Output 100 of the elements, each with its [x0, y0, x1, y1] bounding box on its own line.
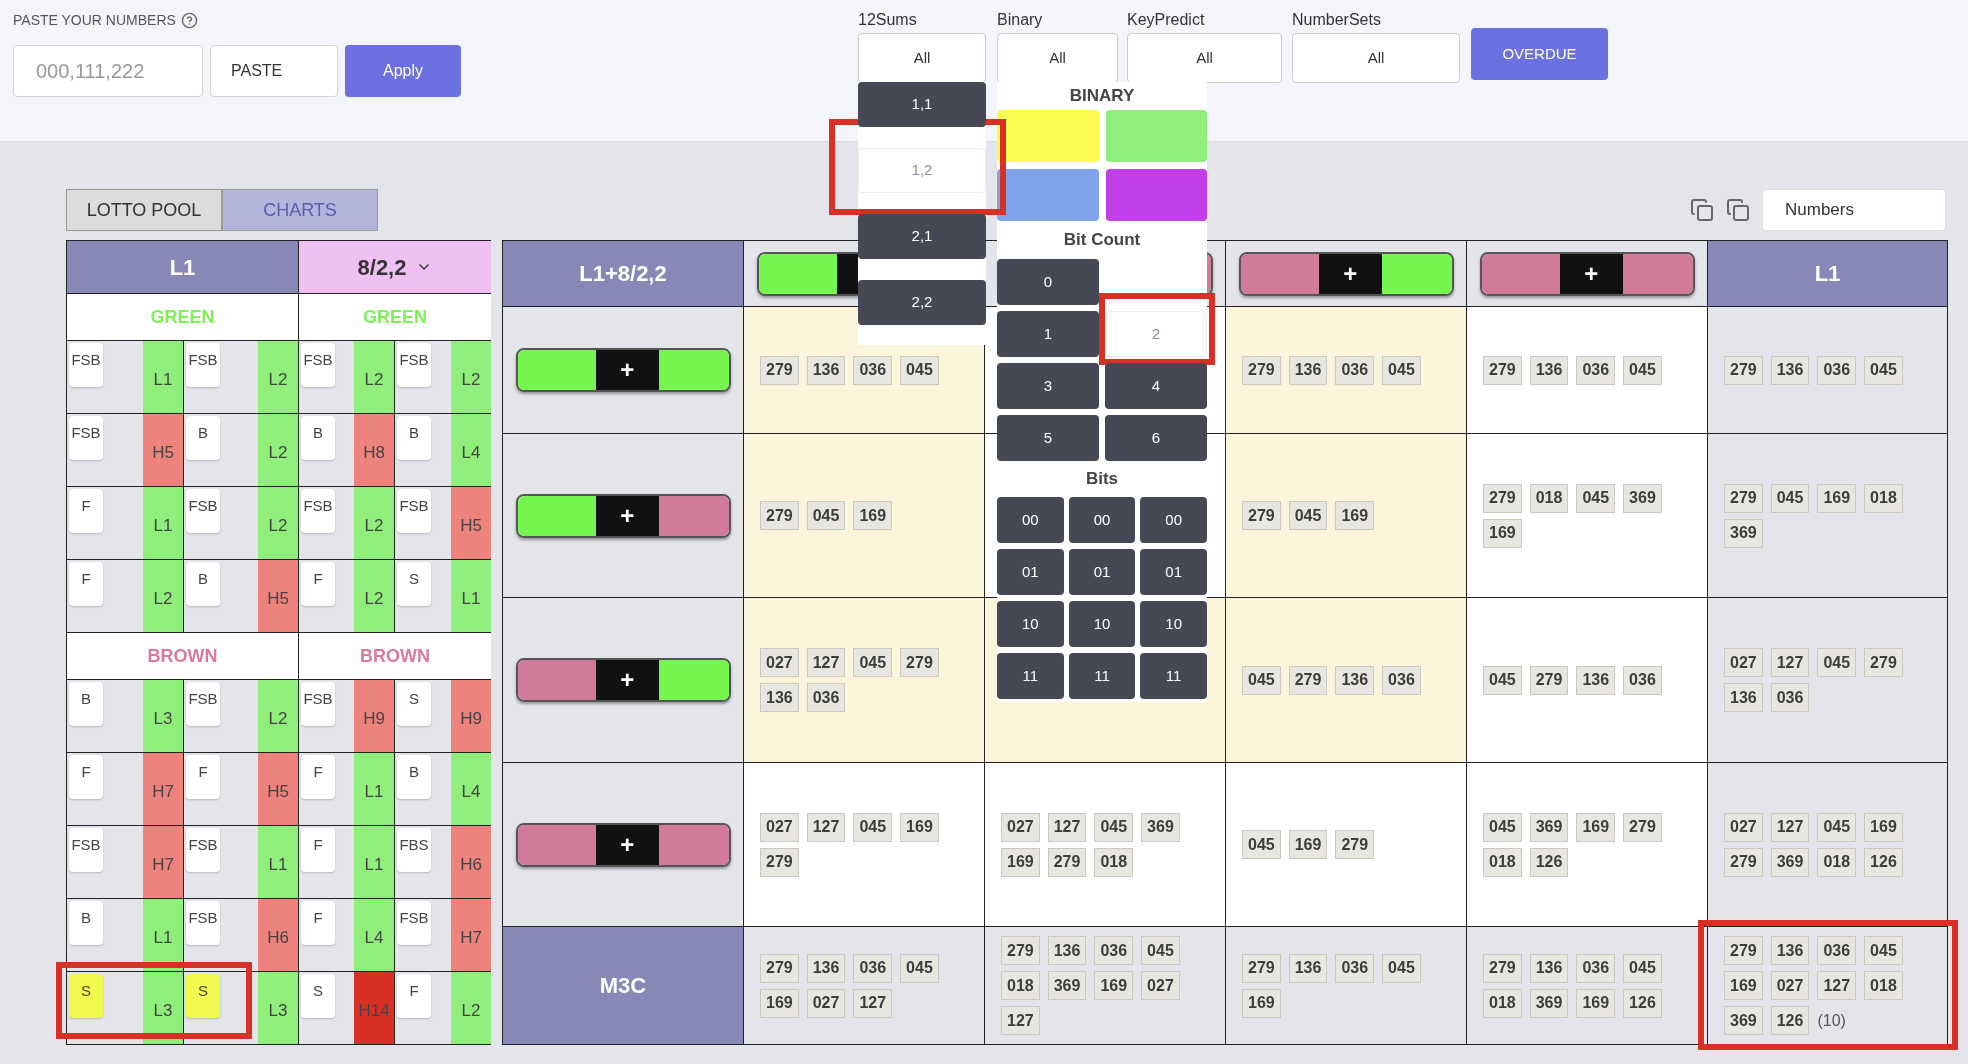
menu-option[interactable]: 1,1 — [858, 82, 986, 127]
numbers-select[interactable]: Numbers — [1762, 189, 1946, 231]
number-chip: 279 — [1529, 665, 1569, 695]
menu-option[interactable]: 2,2 — [858, 280, 986, 325]
number-chip: 036 — [1576, 953, 1616, 983]
number-chip: 018 — [1864, 483, 1903, 513]
color-pair-button[interactable]: + — [1479, 251, 1695, 296]
number-chip: 036 — [1335, 953, 1375, 983]
color-pair-button[interactable]: + — [515, 493, 731, 538]
number-chip: 027 — [1724, 648, 1763, 677]
number-chip: 027 — [806, 988, 846, 1018]
number-chip: 279 — [1242, 355, 1281, 385]
bits-option[interactable]: 11 — [1068, 653, 1136, 699]
color-swatch[interactable] — [997, 169, 1099, 221]
number-chip: 126 — [1529, 847, 1569, 877]
table-header: L1 — [1708, 241, 1947, 306]
color-pair-button[interactable]: + — [515, 822, 731, 867]
paste-button[interactable]: PASTE — [210, 45, 338, 97]
letter-chip: FSB — [301, 343, 335, 387]
letter-chip: FBS — [397, 828, 431, 872]
copy-icon[interactable] — [1726, 198, 1750, 222]
letter-chip: FSB — [69, 416, 103, 460]
grade-label: H8 — [354, 414, 394, 486]
bit-count-option[interactable]: 3 — [997, 363, 1099, 409]
number-chip: 136 — [1335, 665, 1375, 695]
number-chip: 279 — [1001, 936, 1040, 965]
copy-icon[interactable] — [1690, 198, 1714, 222]
color-swatch[interactable] — [997, 110, 1099, 162]
number-chip: 027 — [1141, 971, 1180, 1000]
filter-select[interactable]: All — [858, 33, 986, 83]
grade-label: L1 — [258, 826, 298, 898]
number-chip: 369 — [1047, 971, 1087, 1000]
number-chip: 036 — [1817, 355, 1857, 385]
letter-chip: FSB — [301, 682, 335, 726]
number-chip: 169 — [1094, 971, 1134, 1000]
grade-label: H7 — [143, 826, 183, 898]
bits-option[interactable]: 00 — [1068, 497, 1136, 543]
letter-chip: F — [186, 755, 220, 799]
number-chip: 126 — [1623, 988, 1662, 1018]
bit-count-option[interactable]: 5 — [997, 415, 1099, 461]
tab[interactable]: LOTTO POOL — [66, 189, 222, 231]
filter-select[interactable]: All — [997, 33, 1118, 83]
number-chip: 369 — [1724, 1006, 1763, 1035]
number-chip: 169 — [900, 812, 939, 842]
letter-chip: F — [301, 901, 335, 945]
color-swatch[interactable] — [1105, 110, 1207, 162]
menu-option[interactable]: 2,1 — [858, 214, 986, 259]
grade-label: L2 — [451, 341, 491, 413]
number-chip: 127 — [853, 988, 893, 1018]
bit-count-option[interactable]: 2 — [1105, 311, 1207, 357]
number-chip: 036 — [853, 953, 893, 983]
group-label: BROWN — [299, 633, 491, 679]
color-pair-button[interactable]: + — [1238, 251, 1454, 296]
letter-chip: B — [69, 682, 103, 726]
number-chip: 018 — [1817, 847, 1857, 877]
grade-label: L3 — [143, 680, 183, 752]
number-chip: 045 — [1382, 953, 1421, 983]
overdue-button[interactable]: OVERDUE — [1471, 28, 1608, 80]
number-chip: 018 — [1483, 847, 1522, 877]
number-chip: 036 — [853, 355, 893, 385]
color-pair-button[interactable]: + — [515, 348, 731, 392]
bit-count-option[interactable]: 6 — [1105, 415, 1207, 461]
grade-label: H5 — [143, 414, 183, 486]
bits-option[interactable]: 01 — [1140, 549, 1207, 595]
color-swatch[interactable] — [1105, 169, 1207, 221]
bits-option[interactable]: 10 — [997, 601, 1064, 647]
letter-chip: FSB — [186, 901, 220, 945]
bits-option[interactable]: 00 — [997, 497, 1064, 543]
bit-count-option[interactable]: 1 — [997, 311, 1099, 357]
bits-option[interactable]: 00 — [1140, 497, 1207, 543]
number-chip: 027 — [1724, 812, 1763, 842]
bits-option[interactable]: 01 — [997, 549, 1064, 595]
bits-option[interactable]: 10 — [1140, 601, 1207, 647]
ratio-select[interactable]: 8/2,2 — [299, 241, 491, 293]
numbers-input[interactable]: 000,111,222 — [13, 45, 203, 97]
bit-count-option[interactable]: 4 — [1105, 363, 1207, 409]
number-chip: 136 — [1576, 665, 1616, 695]
color-pair-button[interactable]: + — [515, 658, 731, 702]
letter-chip: B — [301, 416, 335, 460]
table-header: L1 — [67, 241, 298, 293]
bit-count-option[interactable]: 0 — [997, 259, 1099, 305]
number-chip: 127 — [806, 812, 846, 842]
number-chip: 279 — [760, 847, 799, 877]
apply-button[interactable]: Apply — [345, 45, 461, 97]
bits-option[interactable]: 11 — [1140, 653, 1207, 699]
bits-option[interactable]: 01 — [1068, 549, 1136, 595]
grade-label: L1 — [354, 753, 394, 825]
number-chip: 169 — [1288, 830, 1328, 859]
number-chip: 045 — [1817, 812, 1857, 842]
grade-label: H7 — [451, 899, 491, 971]
filter-select[interactable]: All — [1127, 33, 1282, 83]
number-chip: 027 — [760, 648, 799, 677]
filter-select[interactable]: All — [1292, 33, 1460, 83]
bits-option[interactable]: 11 — [997, 653, 1064, 699]
help-icon[interactable] — [180, 12, 198, 29]
bits-option[interactable]: 10 — [1068, 601, 1136, 647]
grade-label: L1 — [143, 487, 183, 559]
number-chip: 045 — [1483, 812, 1522, 842]
number-chip: 169 — [1724, 971, 1763, 1000]
number-chip: 036 — [1623, 665, 1662, 695]
